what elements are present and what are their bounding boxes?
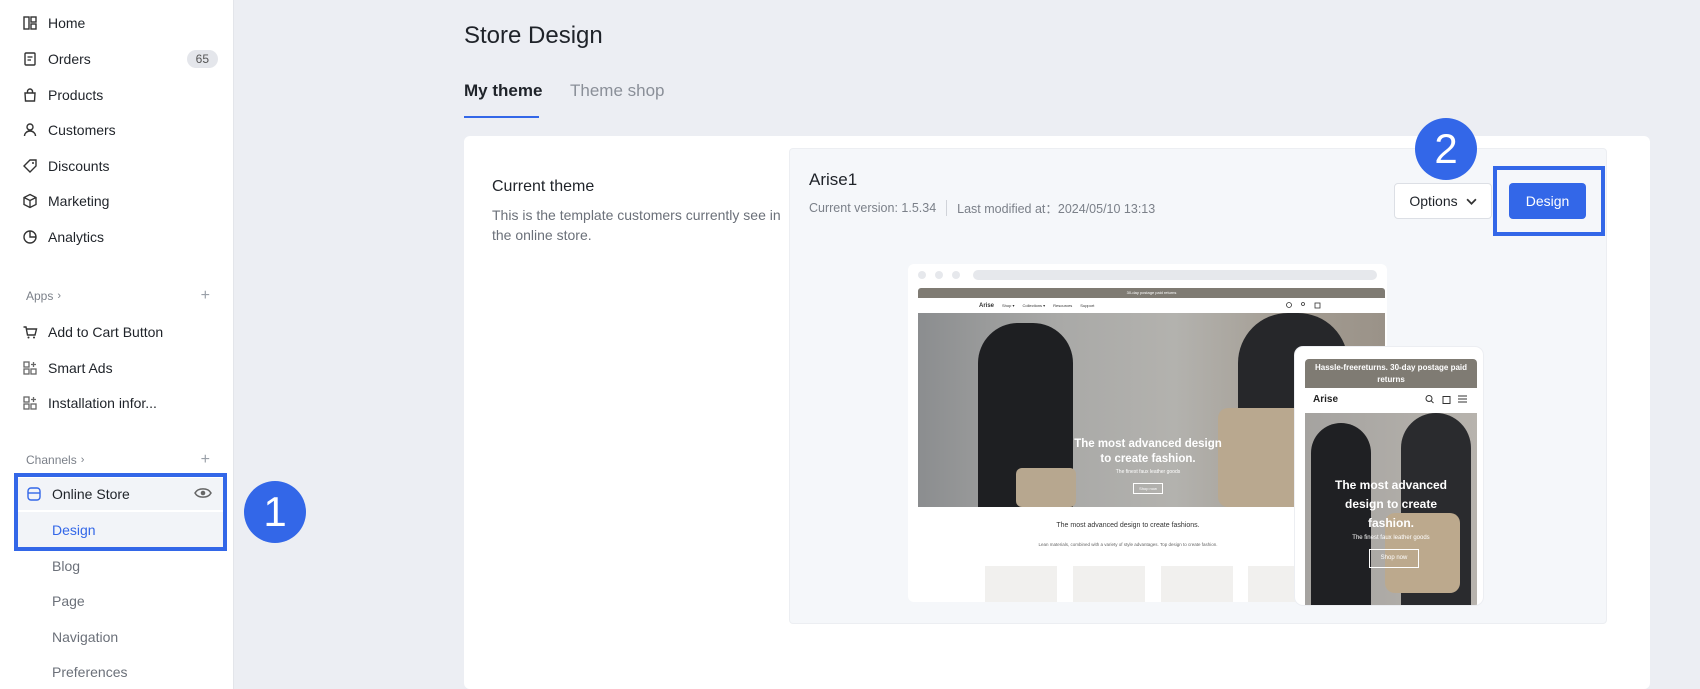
sidebar-item-marketing[interactable]: Marketing bbox=[22, 187, 218, 215]
sidebar-item-products[interactable]: Products bbox=[22, 81, 218, 109]
orders-count-badge: 65 bbox=[186, 50, 218, 68]
marketing-icon bbox=[22, 193, 38, 209]
preview-mobile-navbar: Arise bbox=[1305, 388, 1477, 410]
tab-active-underline bbox=[464, 116, 539, 118]
theme-preview-mobile[interactable]: Hassle-freereturns. 30-day postage paid … bbox=[1295, 347, 1483, 605]
preview-nav-icons bbox=[1285, 301, 1325, 311]
page-title: Store Design bbox=[464, 22, 603, 49]
sidebar-item-label: Analytics bbox=[48, 229, 105, 245]
sidebar: Home Orders 65 Products Customers Discou… bbox=[0, 0, 234, 689]
add-app-plus-icon[interactable]: + bbox=[201, 287, 210, 305]
chevron-right-icon: › bbox=[80, 454, 85, 466]
preview-nav-link: Resources bbox=[1053, 303, 1073, 308]
handbag-figure bbox=[1016, 468, 1076, 507]
sidebar-app-smart-ads[interactable]: Smart Ads bbox=[22, 354, 218, 382]
cart-icon bbox=[22, 324, 38, 340]
current-theme-title: Current theme bbox=[492, 178, 595, 195]
sidebar-item-orders[interactable]: Orders 65 bbox=[22, 45, 218, 73]
preview-announcement-bar: 30-day postage paid returns bbox=[918, 288, 1385, 298]
sidebar-subitem-navigation[interactable]: Navigation bbox=[52, 624, 118, 650]
theme-modified: Last modified at：2024/05/10 13:13 bbox=[957, 202, 1156, 216]
preview-product-card bbox=[1161, 566, 1233, 602]
preview-nav-link: Shop ▾ bbox=[1002, 303, 1015, 308]
products-icon bbox=[22, 87, 38, 103]
sidebar-item-label: Discounts bbox=[48, 158, 110, 174]
sidebar-item-label: Marketing bbox=[48, 193, 110, 209]
preview-section-title: The most advanced design to create fashi… bbox=[1056, 522, 1200, 529]
window-dot bbox=[918, 271, 926, 279]
theme-version: Current version: 1.5.34 bbox=[809, 200, 937, 215]
preview-hero-subtitle: The finest faux leather goods bbox=[1115, 469, 1181, 475]
sidebar-item-discounts[interactable]: Discounts bbox=[22, 152, 218, 180]
tab-theme-shop[interactable]: Theme shop bbox=[570, 81, 665, 101]
browser-bar bbox=[908, 264, 1387, 286]
sidebar-item-label: Home bbox=[48, 15, 86, 31]
preview-mobile-shop-now-button: Shop now bbox=[1369, 549, 1419, 568]
sidebar-item-home[interactable]: Home bbox=[22, 9, 218, 37]
preview-logo: Arise bbox=[979, 302, 995, 309]
url-bar bbox=[973, 270, 1377, 280]
sidebar-item-label: Customers bbox=[48, 122, 116, 138]
app-grid-icon bbox=[22, 395, 38, 411]
discounts-icon bbox=[22, 158, 38, 174]
preview-product-card bbox=[1073, 566, 1145, 602]
preview-mobile-logo: Arise bbox=[1313, 393, 1339, 405]
design-button[interactable]: Design bbox=[1509, 183, 1586, 219]
step-2-marker: 2 bbox=[1415, 118, 1477, 180]
theme-meta: Current version: 1.5.34 Last modified at… bbox=[809, 198, 1155, 217]
preview-shop-now-button: Shop now bbox=[1133, 483, 1163, 494]
theme-name: Arise1 bbox=[809, 170, 858, 189]
preview-nav-link: Support bbox=[1080, 303, 1095, 308]
sidebar-item-label: Products bbox=[48, 87, 104, 103]
preview-section-subtitle: Lean materials, combined with a variety … bbox=[1038, 542, 1218, 547]
apps-section-title[interactable]: Apps › + bbox=[26, 287, 210, 305]
sidebar-app-add-to-cart[interactable]: Add to Cart Button bbox=[22, 318, 218, 346]
sidebar-item-label: Add to Cart Button bbox=[48, 324, 164, 340]
handbag-figure bbox=[1218, 408, 1306, 507]
step-1-marker: 1 bbox=[244, 481, 306, 543]
preview-mobile-hero-title: The most advanced design to create fashi… bbox=[1334, 478, 1448, 530]
window-dot bbox=[952, 271, 960, 279]
sidebar-item-label: Smart Ads bbox=[48, 360, 113, 376]
current-theme-description: This is the template customers currently… bbox=[492, 207, 781, 243]
customers-icon bbox=[22, 122, 38, 138]
highlight-box-step1 bbox=[14, 473, 227, 551]
preview-product-card bbox=[985, 566, 1057, 602]
channels-section-title[interactable]: Channels › + bbox=[26, 451, 210, 469]
sidebar-subitem-page[interactable]: Page bbox=[52, 588, 85, 614]
sidebar-app-installation-info[interactable]: Installation infor... bbox=[22, 389, 218, 417]
chevron-down-icon bbox=[1466, 198, 1477, 205]
preview-mobile-nav-icons bbox=[1425, 394, 1469, 406]
tab-my-theme[interactable]: My theme bbox=[464, 81, 542, 101]
preview-navbar: Arise Shop ▾ Collections ▾ Resources Sup… bbox=[918, 298, 1385, 313]
window-dot bbox=[935, 271, 943, 279]
sidebar-item-label: Installation infor... bbox=[48, 395, 157, 411]
preview-mobile-hero-subtitle: The finest faux leather goods bbox=[1352, 535, 1430, 541]
analytics-icon bbox=[22, 229, 38, 245]
meta-divider bbox=[946, 199, 948, 216]
preview-mobile-announcement: Hassle-freereturns. 30-day postage paid … bbox=[1305, 359, 1477, 388]
orders-icon bbox=[22, 51, 38, 67]
add-channel-plus-icon[interactable]: + bbox=[201, 451, 210, 469]
preview-nav-link: Collections ▾ bbox=[1022, 303, 1046, 308]
preview-mobile-hero: The most advanced design to create fashi… bbox=[1305, 413, 1477, 605]
preview-hero-title: The most advanced design to create fashi… bbox=[1074, 438, 1222, 465]
sidebar-item-analytics[interactable]: Analytics bbox=[22, 223, 218, 251]
chevron-right-icon: › bbox=[57, 290, 62, 302]
sidebar-subitem-blog[interactable]: Blog bbox=[52, 553, 80, 579]
sidebar-item-label: Orders bbox=[48, 51, 91, 67]
options-dropdown-button[interactable]: Options bbox=[1394, 183, 1492, 219]
home-icon bbox=[22, 15, 38, 31]
sidebar-subitem-preferences[interactable]: Preferences bbox=[52, 659, 127, 685]
sidebar-item-customers[interactable]: Customers bbox=[22, 116, 218, 144]
app-grid-icon bbox=[22, 360, 38, 376]
